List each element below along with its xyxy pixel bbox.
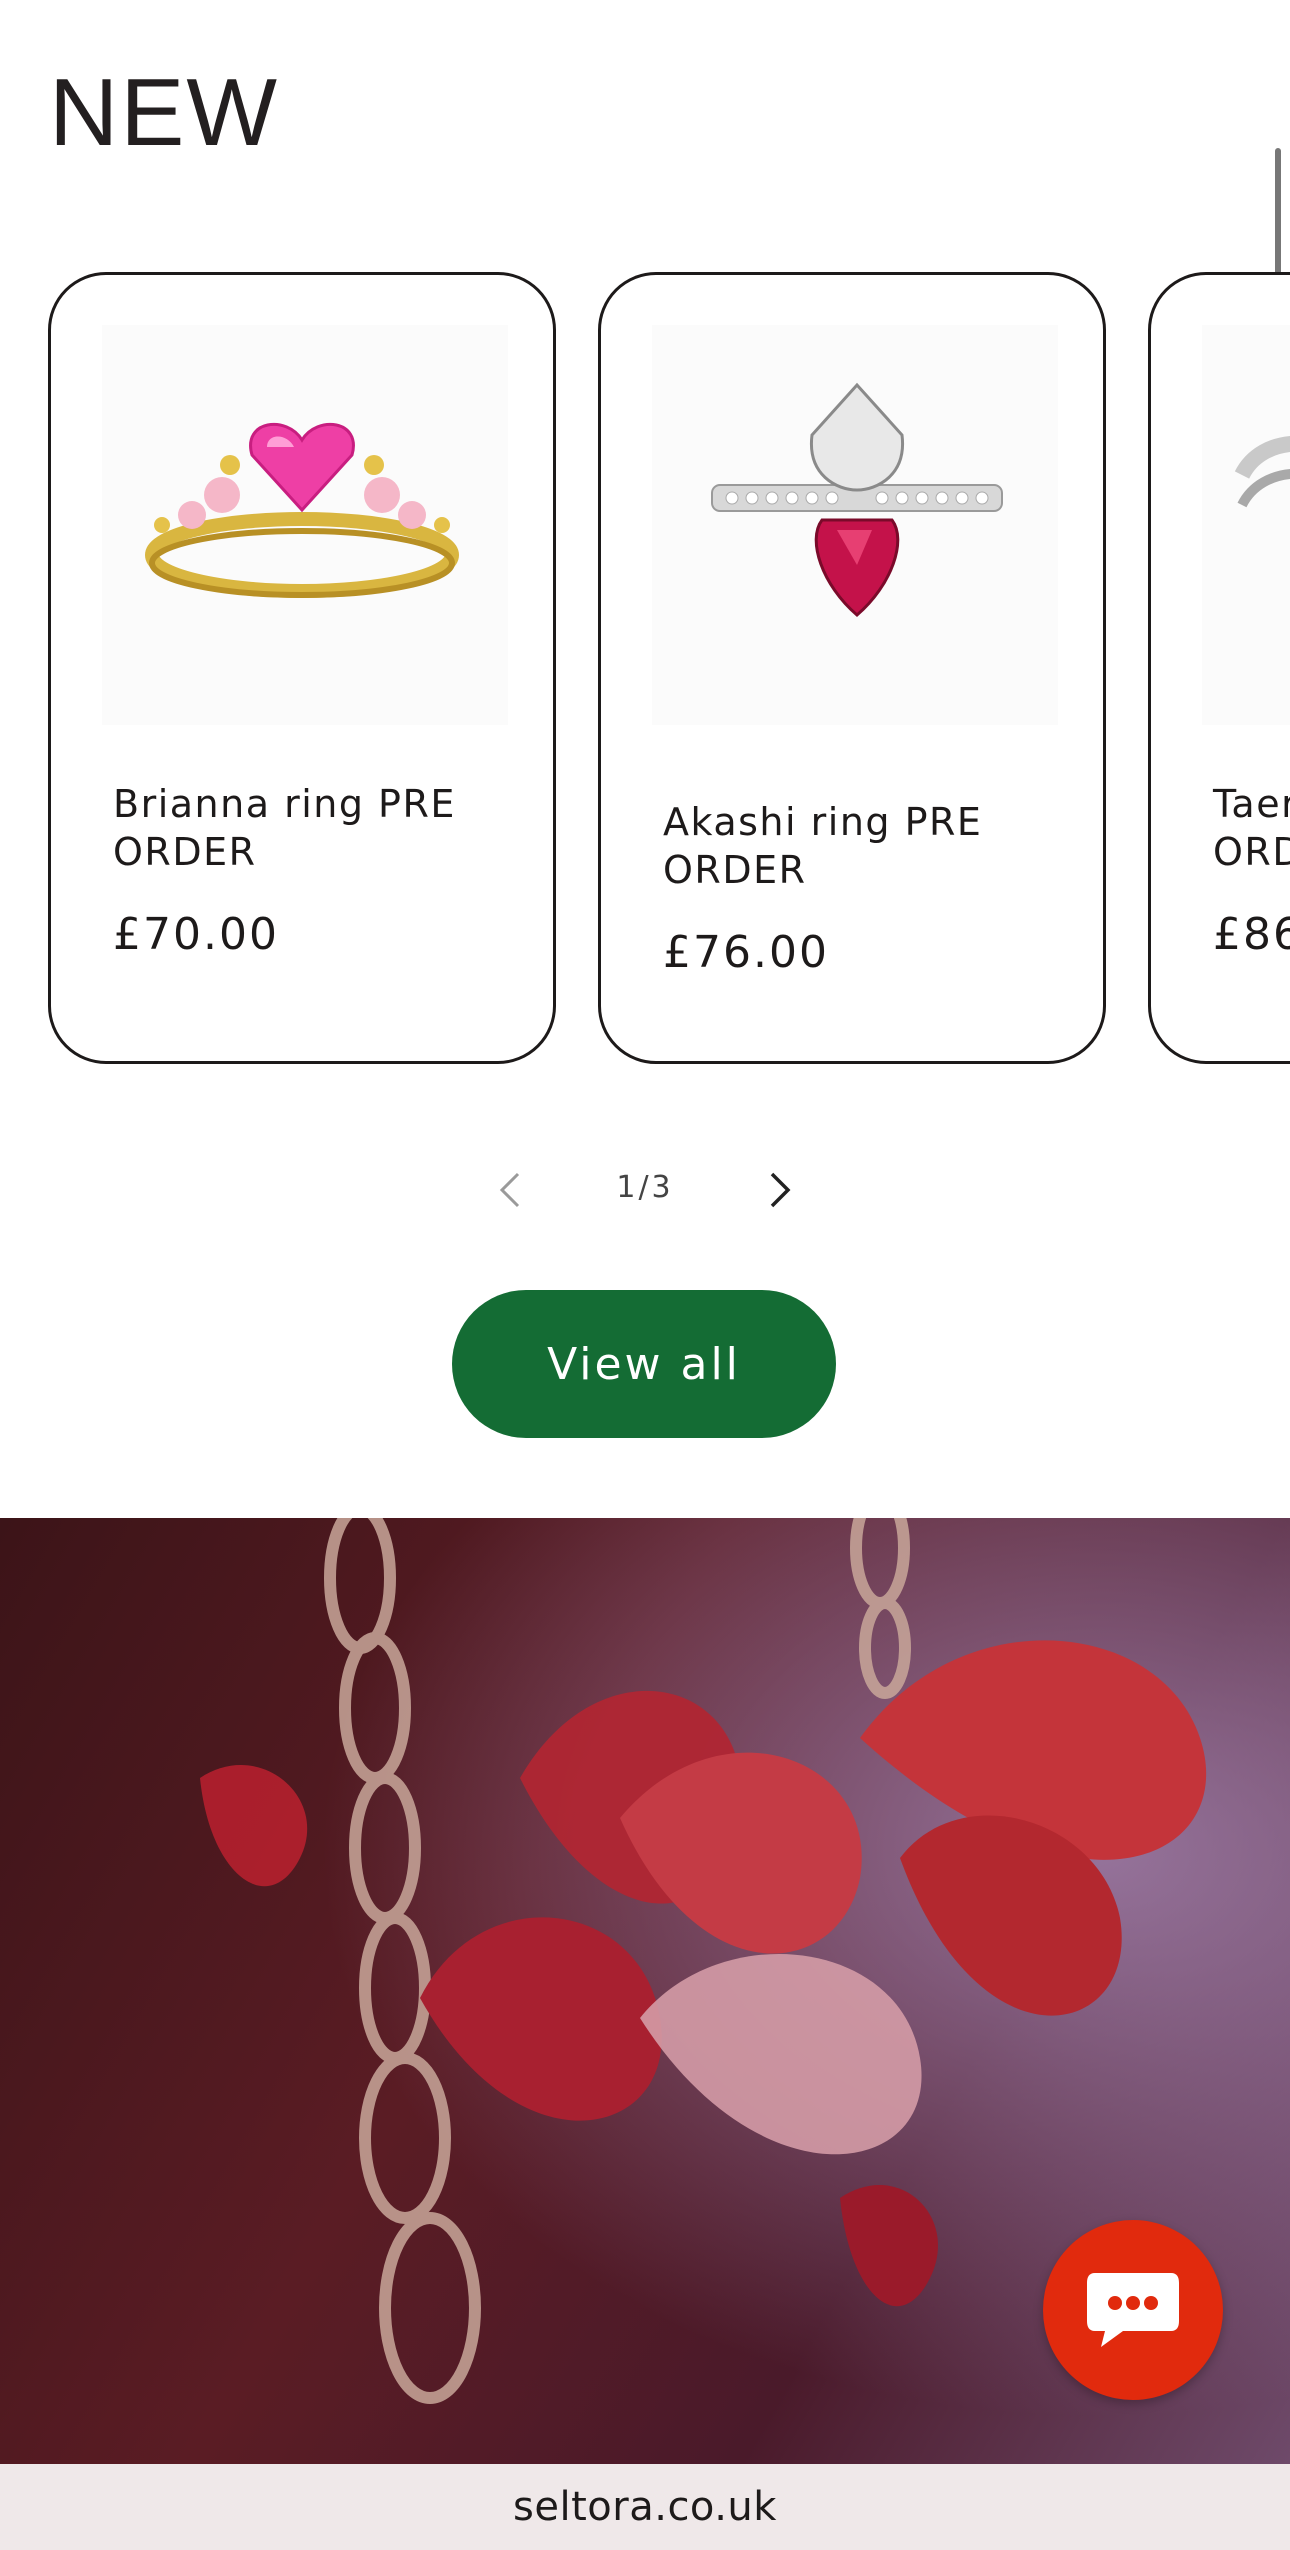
product-name[interactable]: Akashi ring PRE ORDER [663,798,1063,894]
scrollbar[interactable] [1275,148,1281,282]
section-title: NEW [49,59,279,166]
product-name[interactable]: Taeri ring PRE ORDER [1213,780,1290,876]
chevron-right-icon[interactable] [758,1168,802,1212]
product-name[interactable]: Brianna ring PRE ORDER [113,780,513,876]
product-carousel[interactable]: Brianna ring PRE ORDER £70.00 Akashi rin… [0,272,1290,1064]
chat-bubble-icon [1087,2273,1179,2347]
product-price: £76.00 [663,927,829,978]
pager-count: 1/3 [616,1170,674,1205]
product-price: £70.00 [113,909,279,960]
product-card[interactable]: Akashi ring PRE ORDER £76.00 [598,272,1106,1064]
view-all-button[interactable]: View all [452,1290,836,1438]
carousel-pager: 1/3 [0,1160,1290,1220]
browser-url-bar[interactable]: seltora.co.uk [0,2464,1290,2550]
product-price: £86.00 [1213,909,1290,960]
chevron-left-icon[interactable] [488,1168,532,1212]
product-image-brianna-ring[interactable] [102,325,508,725]
product-card[interactable]: Brianna ring PRE ORDER £70.00 [48,272,556,1064]
product-image-akashi-ring[interactable] [652,325,1058,725]
product-image-taeri-ring[interactable] [1202,325,1290,725]
chat-button[interactable] [1043,2220,1223,2400]
product-card[interactable]: Taeri ring PRE ORDER £86.00 [1148,272,1290,1064]
url-domain[interactable]: seltora.co.uk [513,2484,777,2530]
